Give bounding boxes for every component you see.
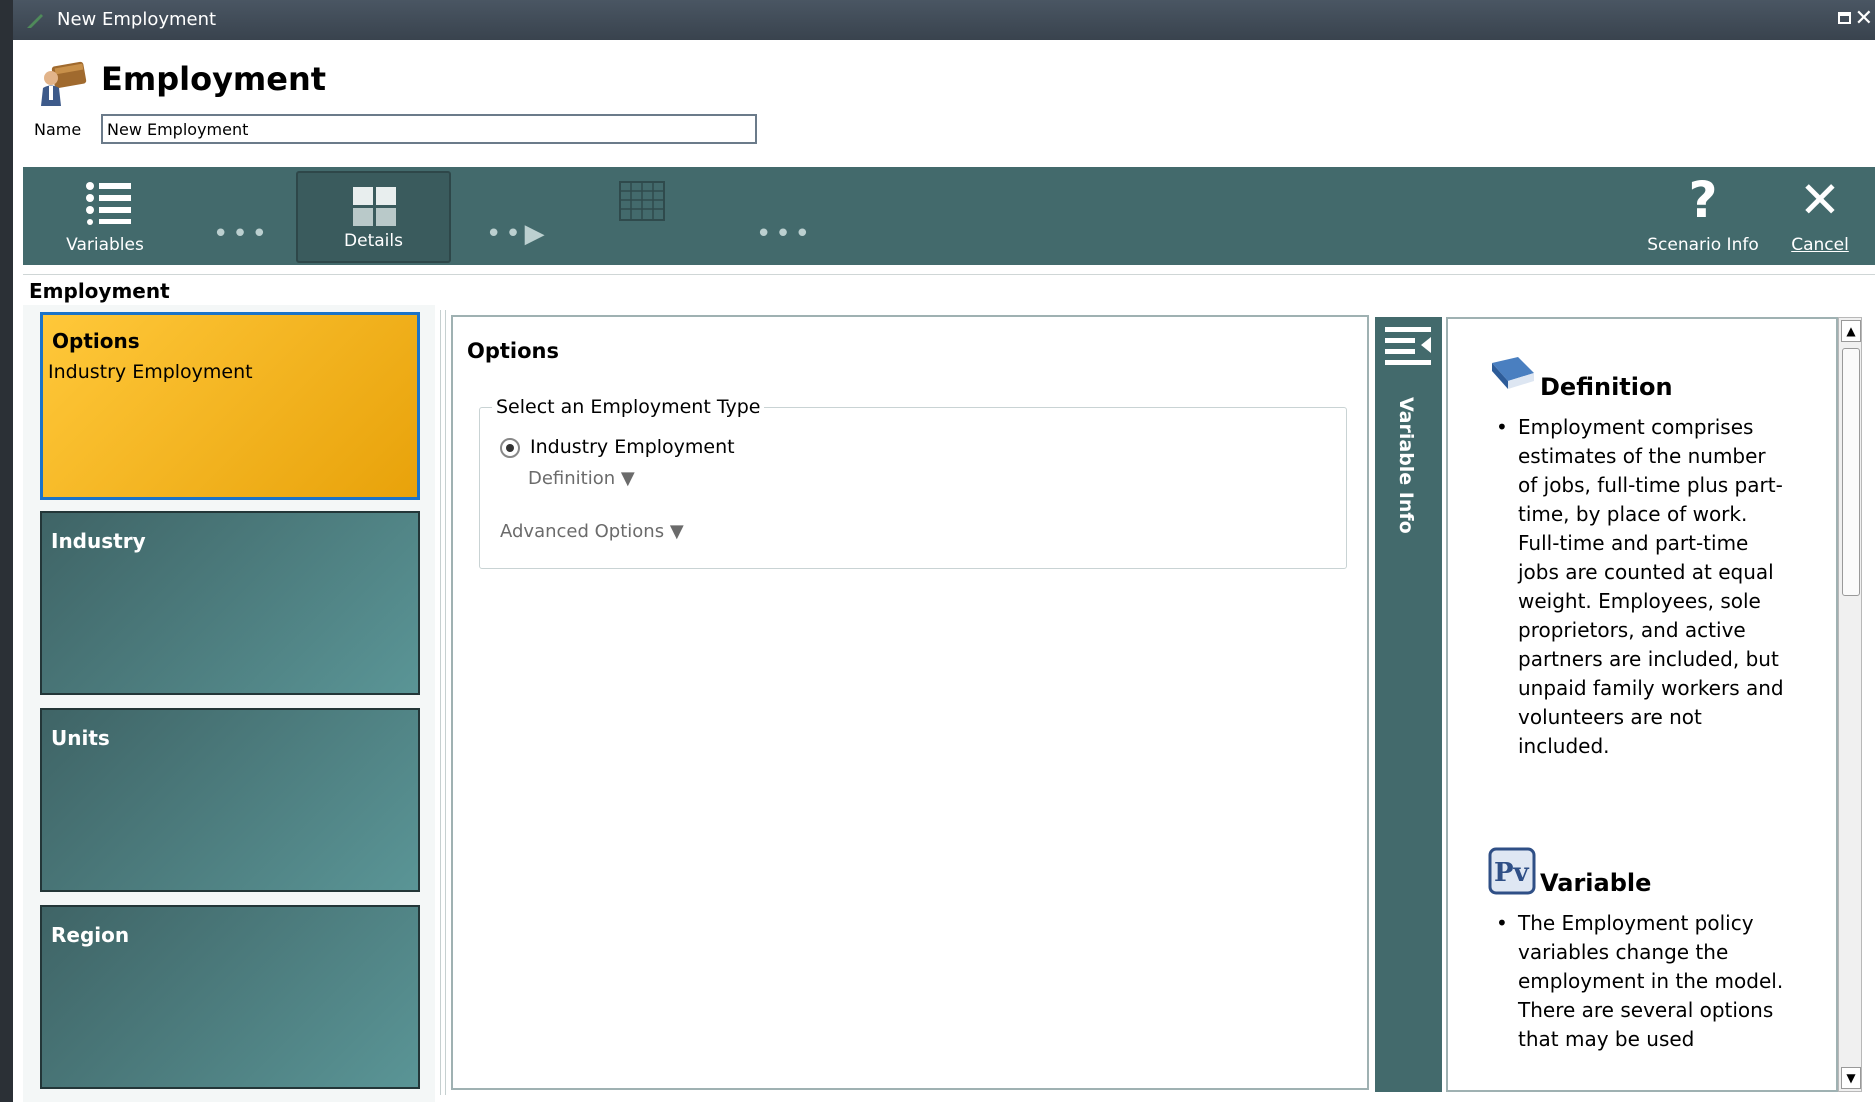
- variable-text: The Employment policy variables change t…: [1496, 909, 1788, 1054]
- step-dots-icon: •••: [756, 219, 815, 249]
- page-title: Employment: [101, 60, 327, 98]
- tile-units[interactable]: Units: [40, 708, 420, 892]
- chevron-down-icon: ▼: [620, 468, 635, 489]
- definition-title: Definition: [1540, 373, 1673, 401]
- variable-info-tab[interactable]: Variable Info: [1375, 317, 1442, 1092]
- definition-text: Employment comprises estimates of the nu…: [1496, 413, 1788, 761]
- wizard-toolbar: Variables ••• Details ••▶ ••• ? Scenario…: [23, 167, 1875, 265]
- title-bar: New Employment ✕: [13, 0, 1875, 40]
- step-dots-icon: •••: [213, 219, 272, 249]
- tile-title: Region: [51, 923, 130, 947]
- book-icon: [1492, 357, 1534, 389]
- svg-text:Pv: Pv: [1494, 858, 1530, 888]
- variables-label: Variables: [66, 235, 144, 255]
- panel-splitter[interactable]: [440, 310, 446, 1095]
- details-label: Details: [344, 231, 403, 251]
- window-close-icon[interactable]: ✕: [1855, 6, 1873, 31]
- cancel-button[interactable]: ✕ Cancel: [1775, 167, 1865, 265]
- section-header: Employment: [23, 274, 1875, 305]
- radio-label[interactable]: Industry Employment: [530, 436, 735, 458]
- info-scrollbar[interactable]: ▲ ▼: [1838, 317, 1862, 1092]
- step-tiles-panel: Options Industry Employment Industry Uni…: [23, 305, 435, 1102]
- variable-info-label: Variable Info: [1395, 397, 1417, 534]
- window-left-edge: [0, 0, 13, 1102]
- options-panel: Options Select an Employment Type Indust…: [451, 315, 1369, 1090]
- name-label: Name: [34, 120, 82, 139]
- employment-type-group: Select an Employment Type Industry Emplo…: [479, 396, 1347, 569]
- scroll-thumb[interactable]: [1842, 348, 1860, 596]
- variable-info-panel: Definition Employment comprises estimate…: [1446, 317, 1838, 1092]
- chevron-down-icon: ▼: [669, 521, 684, 542]
- app-icon: [27, 14, 43, 28]
- tile-region[interactable]: Region: [40, 905, 420, 1089]
- pv-icon: Pv: [1488, 847, 1536, 895]
- name-input[interactable]: [101, 114, 757, 144]
- question-icon: ?: [1688, 171, 1718, 229]
- expander-label: Definition: [528, 468, 616, 489]
- employment-icon: [41, 61, 87, 106]
- list-icon: [86, 182, 131, 225]
- collapse-panel-icon: [1385, 327, 1431, 365]
- tile-title: Units: [51, 726, 110, 750]
- expander-label: Advanced Options: [500, 521, 665, 542]
- window-title: New Employment: [57, 9, 217, 30]
- scroll-up-icon[interactable]: ▲: [1841, 320, 1861, 342]
- scenario-info-button[interactable]: ? Scenario Info: [1643, 167, 1763, 265]
- close-icon: ✕: [1799, 171, 1841, 229]
- application-window: New Employment ✕ Employment Name Variabl…: [0, 0, 1875, 1102]
- definition-expander[interactable]: Definition ▼: [528, 468, 635, 489]
- scroll-down-icon[interactable]: ▼: [1841, 1067, 1861, 1089]
- tile-subtitle: Industry Employment: [48, 361, 253, 383]
- section-title: Employment: [29, 279, 170, 303]
- grid-icon: [353, 187, 396, 226]
- tile-industry[interactable]: Industry: [40, 511, 420, 695]
- advanced-options-expander[interactable]: Advanced Options ▼: [500, 521, 684, 542]
- industry-employment-radio[interactable]: [500, 438, 520, 458]
- variables-button[interactable]: Variables: [45, 167, 165, 265]
- tile-title: Industry: [51, 529, 146, 553]
- details-button[interactable]: Details: [296, 171, 451, 263]
- group-label: Select an Employment Type: [492, 396, 765, 418]
- tile-title: Options: [52, 329, 140, 353]
- scenario-info-label: Scenario Info: [1647, 235, 1759, 255]
- page-header: Employment Name: [13, 40, 1875, 165]
- cancel-label: Cancel: [1791, 235, 1849, 255]
- tile-options[interactable]: Options Industry Employment: [40, 312, 420, 500]
- table-icon[interactable]: [619, 181, 665, 221]
- options-title: Options: [467, 339, 559, 363]
- variable-title: Variable: [1540, 869, 1652, 897]
- step-arrow-icon: ••▶: [486, 219, 549, 249]
- definition-section: Definition Employment comprises estimate…: [1488, 353, 1788, 761]
- maximize-button[interactable]: [1838, 12, 1851, 24]
- variable-section: Pv Variable The Employment policy variab…: [1488, 847, 1788, 1054]
